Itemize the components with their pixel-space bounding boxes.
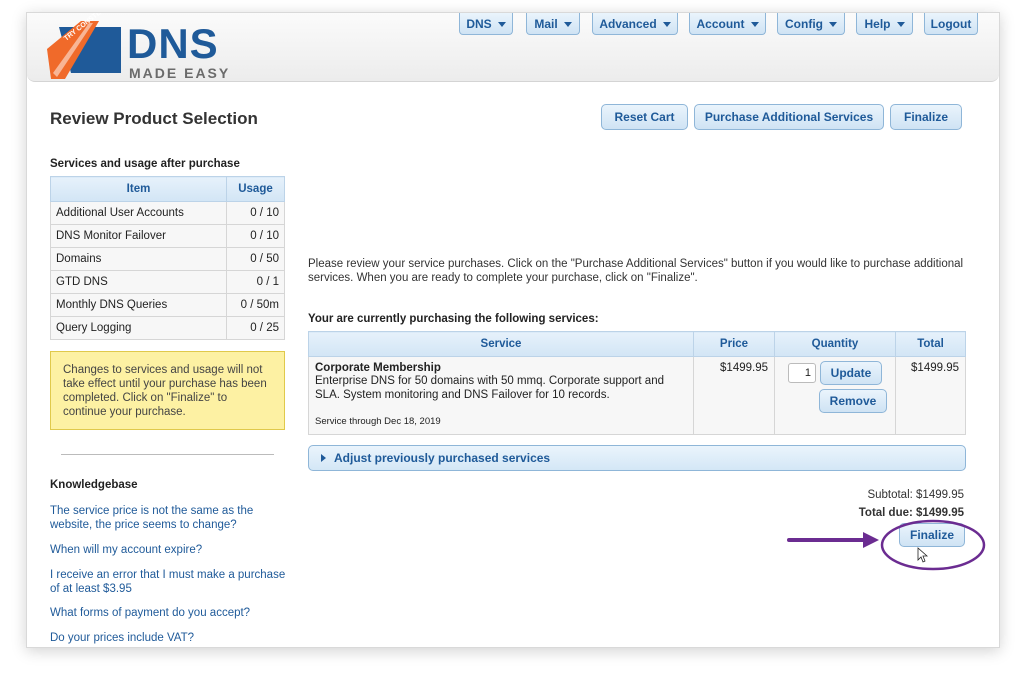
usage-item: DNS Monitor Failover	[50, 224, 227, 248]
usage-item: GTD DNS	[50, 270, 227, 294]
nav-account-label: Account	[696, 16, 745, 31]
nav-mail-label: Mail	[534, 16, 558, 31]
usage-item: Query Logging	[50, 316, 227, 340]
purchase-additional-services-button[interactable]: Purchase Additional Services	[694, 104, 884, 130]
chevron-down-icon	[563, 22, 572, 27]
logo-wordmark: DNS	[127, 20, 219, 67]
nav-help-label: Help	[864, 16, 891, 31]
nav-advanced-label: Advanced	[599, 16, 657, 31]
knowledgebase-heading: Knowledgebase	[50, 479, 138, 491]
chevron-down-icon	[750, 22, 759, 27]
usage-heading: Services and usage after purchase	[50, 158, 240, 170]
nav-mail[interactable]: Mail	[526, 13, 580, 35]
chevron-down-icon	[662, 22, 671, 27]
col-quantity: Quantity	[774, 331, 896, 357]
table-row: GTD DNS 0 / 1	[50, 270, 285, 294]
col-service: Service	[308, 331, 694, 357]
usage-table: Item Usage Additional User Accounts 0 / 1…	[50, 176, 285, 340]
usage-col-item: Item	[50, 176, 227, 202]
usage-value: 0 / 10	[226, 201, 285, 225]
usage-col-usage: Usage	[226, 176, 285, 202]
total-cell: $1499.95	[895, 356, 966, 435]
reset-cart-button[interactable]: Reset Cart	[601, 104, 688, 130]
kb-link-expire[interactable]: When will my account expire?	[50, 543, 290, 557]
logo-mark-icon	[47, 21, 121, 79]
usage-item: Additional User Accounts	[50, 201, 227, 225]
logo-subtitle: MADE EASY	[129, 65, 231, 81]
app-window: TRY CONSTELLIX! DNS MADE EASY DNS Mail A…	[26, 12, 1000, 648]
table-row: Query Logging 0 / 25	[50, 316, 285, 340]
purchase-table: Service Price Quantity Total Corporate M…	[308, 331, 966, 435]
nav-account[interactable]: Account	[689, 13, 766, 35]
nav-config-label: Config	[785, 16, 823, 31]
update-button[interactable]: Update	[820, 361, 882, 385]
sidebar-divider	[61, 454, 274, 455]
nav-logout[interactable]: Logout	[924, 13, 978, 35]
nav-advanced[interactable]: Advanced	[592, 13, 678, 35]
table-row: DNS Monitor Failover 0 / 10	[50, 224, 285, 248]
service-description: Enterprise DNS for 50 domains with 50 mm…	[315, 375, 664, 401]
chevron-right-icon	[321, 454, 326, 462]
dns-made-easy-logo[interactable]: TRY CONSTELLIX! DNS MADE EASY	[41, 13, 261, 81]
usage-value: 0 / 50	[226, 247, 285, 271]
adjust-label: Adjust previously purchased services	[334, 451, 551, 465]
nav-help[interactable]: Help	[856, 13, 913, 35]
subtotal: Subtotal: $1499.95	[867, 489, 964, 501]
table-row: Monthly DNS Queries 0 / 50m	[50, 293, 285, 317]
arrow-head-icon	[863, 532, 879, 548]
purchasing-heading: Your are currently purchasing the follow…	[308, 313, 599, 325]
chevron-down-icon	[829, 22, 837, 27]
kb-link-price[interactable]: The service price is not the same as the…	[50, 504, 290, 532]
nav-dns[interactable]: DNS	[459, 13, 513, 35]
price-cell: $1499.95	[693, 356, 775, 435]
kb-link-minimum-purchase[interactable]: I receive an error that I must make a pu…	[50, 568, 290, 596]
service-cell: Corporate Membership Enterprise DNS for …	[308, 356, 694, 435]
nav-logout-label: Logout	[930, 16, 972, 31]
usage-value: 0 / 50m	[226, 293, 285, 317]
total-due: Total due: $1499.95	[858, 507, 964, 519]
quantity-input[interactable]: 1	[788, 363, 816, 383]
chevron-down-icon	[497, 22, 506, 27]
quantity-cell: 1 Update Remove	[774, 356, 896, 435]
usage-value: 0 / 10	[226, 224, 285, 248]
kb-link-vat[interactable]: Do your prices include VAT?	[50, 631, 290, 645]
site-header: TRY CONSTELLIX! DNS MADE EASY DNS Mail A…	[27, 13, 999, 82]
adjust-previous-services-toggle[interactable]: Adjust previously purchased services	[308, 445, 966, 471]
review-instructions: Please review your service purchases. Cl…	[308, 258, 964, 284]
table-row: Additional User Accounts 0 / 10	[50, 201, 285, 225]
finalize-bottom-button[interactable]: Finalize	[899, 523, 965, 547]
pending-changes-notice: Changes to services and usage will not t…	[50, 351, 285, 430]
hand-cursor-icon	[917, 547, 929, 563]
table-row: Corporate Membership Enterprise DNS for …	[308, 356, 966, 435]
service-name: Corporate Membership	[315, 362, 441, 374]
usage-value: 0 / 25	[226, 316, 285, 340]
usage-item: Monthly DNS Queries	[50, 293, 227, 317]
table-row: Domains 0 / 50	[50, 247, 285, 271]
col-price: Price	[693, 331, 775, 357]
nav-dns-label: DNS	[466, 16, 492, 31]
remove-button[interactable]: Remove	[819, 389, 887, 413]
page-title: Review Product Selection	[50, 109, 258, 128]
service-through-date: Service through Dec 18, 2019	[315, 416, 441, 427]
usage-item: Domains	[50, 247, 227, 271]
finalize-top-button[interactable]: Finalize	[890, 104, 962, 130]
col-total: Total	[895, 331, 966, 357]
nav-config[interactable]: Config	[777, 13, 845, 35]
kb-link-payment[interactable]: What forms of payment do you accept?	[50, 606, 290, 620]
chevron-down-icon	[896, 22, 905, 27]
usage-value: 0 / 1	[226, 270, 285, 294]
